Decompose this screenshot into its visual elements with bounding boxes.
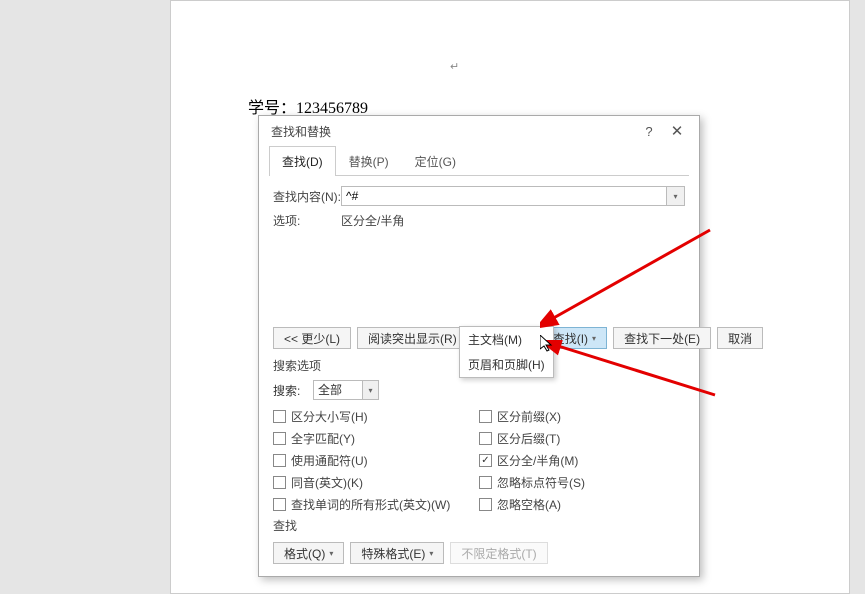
search-direction-select[interactable]: 全部 [313, 380, 363, 400]
checkbox-grid: 区分大小写(H) 全字匹配(Y) 使用通配符(U) 同音(英文)(K) 查找单词… [259, 408, 699, 518]
special-format-button[interactable]: 特殊格式(E) [350, 542, 444, 564]
format-button[interactable]: 格式(Q) [273, 542, 344, 564]
tab-find[interactable]: 查找(D) [269, 146, 336, 176]
tab-replace[interactable]: 替换(P) [336, 146, 402, 176]
find-in-dropdown-menu: 主文档(M) 页眉和页脚(H) [459, 326, 554, 378]
find-content-dropdown-icon[interactable]: ▾ [667, 186, 685, 206]
find-format-section: 查找 格式(Q) 特殊格式(E) 不限定格式(T) [259, 517, 699, 564]
dialog-body: 查找内容(N): ▾ 选项: 区分全/半角 [259, 176, 699, 243]
find-content-input[interactable] [341, 186, 667, 206]
less-button[interactable]: << 更少(L) [273, 327, 351, 349]
search-label: 搜索: [273, 382, 313, 399]
search-direction-dropdown-icon[interactable]: ▾ [363, 380, 379, 400]
tab-goto[interactable]: 定位(G) [402, 146, 469, 176]
checkbox-ignore-punct[interactable]: 忽略标点符号(S) [479, 474, 685, 491]
dropdown-item-headers-footers[interactable]: 页眉和页脚(H) [460, 352, 553, 377]
paragraph-mark: ↵ [450, 60, 459, 73]
checkbox-match-case[interactable]: 区分大小写(H) [273, 408, 479, 425]
find-content-label: 查找内容(N): [273, 188, 341, 205]
find-next-button[interactable]: 查找下一处(E) [613, 327, 711, 349]
checkbox-sounds-like[interactable]: 同音(英文)(K) [273, 474, 479, 491]
options-label: 选项: [273, 212, 341, 229]
search-direction-row: 搜索: 全部 ▾ [259, 380, 699, 400]
checkbox-all-forms[interactable]: 查找单词的所有形式(英文)(W) [273, 496, 479, 513]
checkbox-whole-word[interactable]: 全字匹配(Y) [273, 430, 479, 447]
checkbox-prefix[interactable]: 区分前缀(X) [479, 408, 685, 425]
checkbox-wildcards[interactable]: 使用通配符(U) [273, 452, 479, 469]
dialog-title: 查找和替换 [271, 123, 635, 140]
dialog-tabs: 查找(D) 替换(P) 定位(G) [269, 146, 689, 176]
options-value: 区分全/半角 [341, 212, 404, 229]
dropdown-item-main-document[interactable]: 主文档(M) [460, 327, 553, 352]
find-section-label: 查找 [273, 517, 685, 534]
help-button[interactable]: ? [635, 120, 663, 142]
close-button[interactable]: ✕ [663, 120, 691, 142]
checkbox-suffix[interactable]: 区分后缀(T) [479, 430, 685, 447]
dialog-titlebar[interactable]: 查找和替换 ? ✕ [259, 116, 699, 146]
find-replace-dialog: 查找和替换 ? ✕ 查找(D) 替换(P) 定位(G) 查找内容(N): ▾ 选… [258, 115, 700, 577]
checkbox-ignore-space[interactable]: 忽略空格(A) [479, 496, 685, 513]
no-format-button[interactable]: 不限定格式(T) [450, 542, 547, 564]
cancel-button[interactable]: 取消 [717, 327, 763, 349]
reading-highlight-button[interactable]: 阅读突出显示(R) [357, 327, 476, 349]
checkbox-fullwidth[interactable]: 区分全/半角(M) [479, 452, 685, 469]
